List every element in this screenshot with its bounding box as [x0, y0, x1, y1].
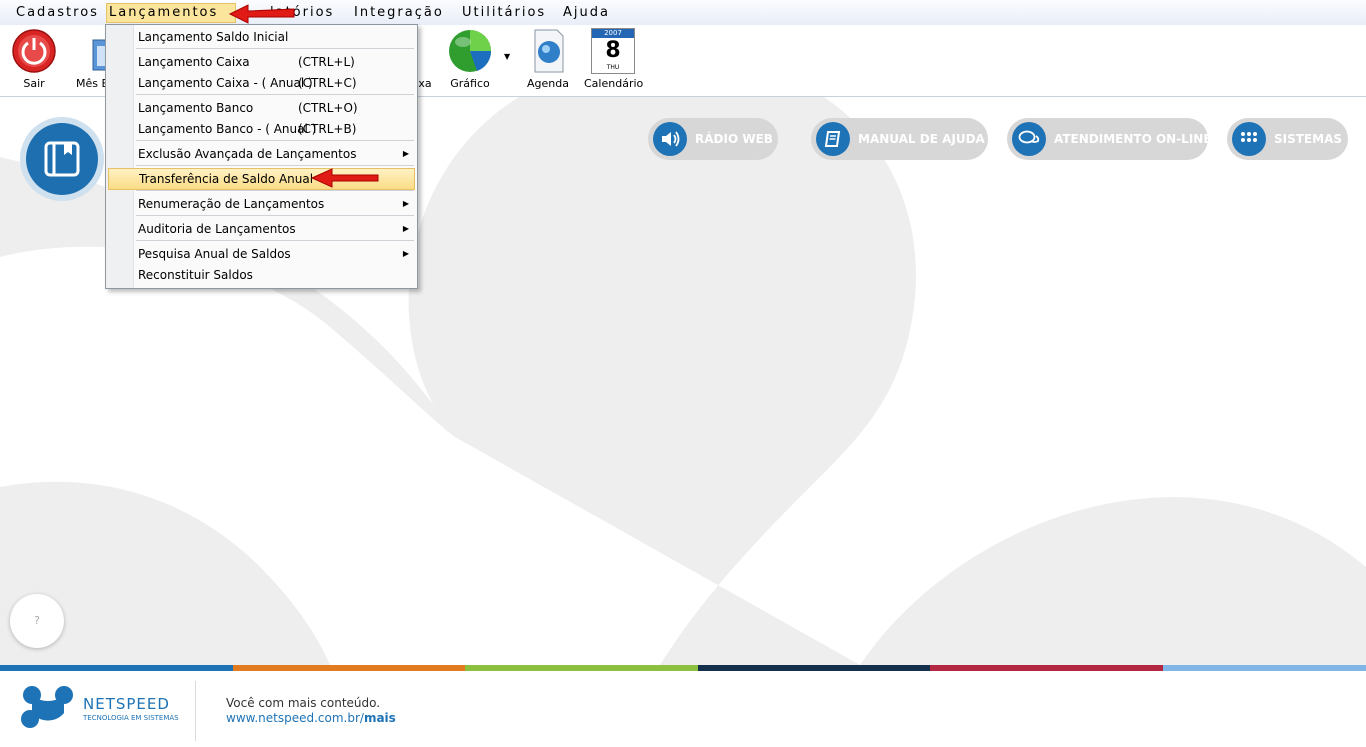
- atendimento-online-button[interactable]: ATENDIMENTO ON-LINE: [1007, 118, 1212, 160]
- calendario-button[interactable]: 2007 8 THU Calendário: [584, 25, 643, 96]
- sair-button[interactable]: Sair: [6, 25, 62, 96]
- menu-bar: Cadastros Lançamentos latórios Integraçã…: [0, 0, 1366, 26]
- submenu-arrow-icon: ▶: [402, 149, 409, 158]
- red-arrow-icon: [310, 168, 379, 188]
- grafico-dropdown-arrow[interactable]: ▼: [500, 25, 516, 96]
- globe-chart-icon: [449, 30, 492, 72]
- menu-item-reconstituir-saldos[interactable]: Reconstituir Saldos: [106, 265, 417, 285]
- submenu-arrow-icon: ▶: [402, 249, 409, 258]
- menu-item-renumeracao[interactable]: Renumeração de Lançamentos ▶: [106, 194, 417, 214]
- menu-item-lancamento-banco-anual[interactable]: Lançamento Banco - ( Anual ) (CTRL+B): [106, 119, 417, 139]
- radio-web-button[interactable]: RÁDIO WEB: [648, 118, 778, 160]
- menu-cadastros[interactable]: Cadastros: [14, 4, 101, 22]
- footer-divider: [195, 681, 196, 741]
- red-arrow-icon: [228, 4, 295, 24]
- power-icon: [12, 29, 56, 73]
- menu-item-saldo-inicial[interactable]: Lançamento Saldo Inicial: [106, 27, 417, 47]
- menu-item-lancamento-banco[interactable]: Lançamento Banco (CTRL+O): [106, 98, 417, 118]
- footer: NETSPEED TECNOLOGIA EM SISTEMAS Você com…: [0, 671, 1366, 747]
- manual-ajuda-button[interactable]: MANUAL DE AJUDA: [811, 118, 988, 160]
- footer-tagline: Você com mais conteúdo.: [226, 696, 381, 710]
- sistemas-button[interactable]: SISTEMAS: [1227, 118, 1348, 160]
- mes-button[interactable]: Mês B: [68, 25, 130, 96]
- speaker-icon: [662, 131, 680, 147]
- submenu-arrow-icon: ▶: [402, 199, 409, 208]
- menu-item-lancamento-caixa-anual[interactable]: Lançamento Caixa - ( Anual ) (CTRL+C): [106, 73, 417, 93]
- netspeed-logo-icon: [21, 686, 73, 728]
- book-icon: [44, 141, 80, 177]
- menu-integracao[interactable]: Integração: [352, 4, 446, 22]
- chat-icon: [1018, 130, 1040, 144]
- grid-dots-icon: [1241, 132, 1257, 142]
- menu-item-exclusao-avancada[interactable]: Exclusão Avançada de Lançamentos ▶: [106, 144, 417, 164]
- manual-book-icon: [824, 131, 841, 147]
- menu-item-lancamento-caixa[interactable]: Lançamento Caixa (CTRL+L): [106, 52, 417, 72]
- agenda-button[interactable]: Agenda: [520, 25, 576, 96]
- menu-utilitarios[interactable]: Utilitários: [460, 4, 548, 22]
- app-logo: [20, 117, 104, 201]
- calendar-page-icon: 2007 8 THU: [591, 28, 635, 74]
- grafico-button[interactable]: Gráfico: [440, 25, 500, 96]
- menu-lancamentos[interactable]: Lançamentos: [106, 3, 236, 23]
- menu-item-auditoria[interactable]: Auditoria de Lançamentos ▶: [106, 219, 417, 239]
- brand-name: NETSPEED: [83, 695, 170, 713]
- brand-subtitle: TECNOLOGIA EM SISTEMAS: [83, 714, 179, 722]
- menu-item-pesquisa-anual[interactable]: Pesquisa Anual de Saldos ▶: [106, 244, 417, 264]
- help-bubble[interactable]: ?: [10, 594, 64, 648]
- menu-ajuda[interactable]: Ajuda: [561, 4, 612, 22]
- submenu-arrow-icon: ▶: [402, 224, 409, 233]
- dropdown-arrow-icon: ▼: [504, 52, 511, 61]
- agenda-icon: [534, 29, 564, 73]
- footer-url[interactable]: www.netspeed.com.br/mais: [226, 711, 396, 725]
- lancamentos-dropdown: Lançamento Saldo Inicial Lançamento Caix…: [105, 24, 418, 289]
